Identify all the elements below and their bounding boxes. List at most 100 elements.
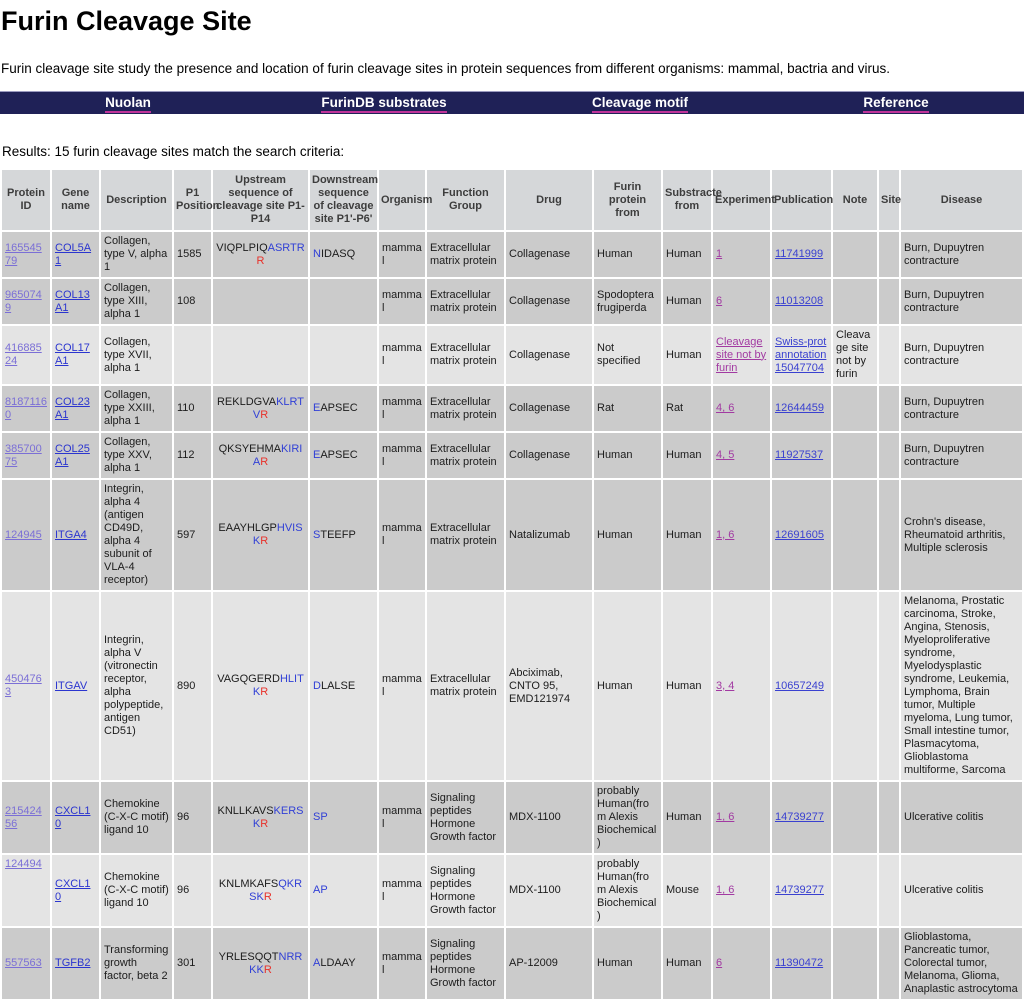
sequence-segment: KNLMKAFS	[219, 878, 278, 890]
gene-name-link[interactable]: TGFB2	[55, 957, 90, 969]
protein-id-link[interactable]: 16554579	[5, 242, 42, 267]
gene-name-link[interactable]: CXCL10	[55, 878, 90, 903]
sequence-segment: LALSE	[321, 680, 355, 692]
publication-link[interactable]: 12644459	[775, 402, 824, 414]
gene-name-link[interactable]: COL23A1	[55, 396, 90, 421]
downstream-cell: STEEFP	[310, 480, 377, 590]
publication-cell: 10657249	[772, 592, 831, 780]
publication-link[interactable]: Swiss-prot annotation 15047704	[775, 336, 826, 374]
protein-id-link[interactable]: 21542456	[5, 805, 42, 830]
publication-cell: 11927537	[772, 433, 831, 478]
furin_from-cell: Not specified	[594, 326, 661, 384]
publication-link[interactable]: 11013208	[775, 295, 823, 307]
gene-name-link[interactable]: COL25A1	[55, 443, 90, 468]
description-cell: Integrin, alpha V (vitronectin receptor,…	[101, 592, 172, 780]
top-navbar: Nuolan FurinDB substrates Cleavage motif…	[0, 91, 1024, 114]
nav-cell: Nuolan	[0, 94, 256, 113]
site-cell	[879, 928, 899, 999]
protein-id-link[interactable]: 9650749	[5, 289, 42, 314]
sequence-segment: SP	[313, 811, 328, 823]
sequence-segment: TEEFP	[320, 529, 355, 541]
nav-link-cleavage-motif[interactable]: Cleavage motif	[592, 95, 688, 113]
site-cell	[879, 855, 899, 926]
protein-id-link[interactable]: 124945	[5, 529, 42, 541]
drug-cell: Collagenase	[506, 386, 592, 431]
gene-cell: CXCL10	[52, 782, 99, 853]
publication-link[interactable]: 11741999	[775, 248, 823, 260]
sequence-segment: LDAAY	[320, 957, 355, 969]
column-header-gene: Gene name	[52, 170, 99, 230]
function_group-cell: Extracellular matrix protein	[427, 592, 504, 780]
experiment-link[interactable]: 6	[716, 295, 722, 307]
experiment-link[interactable]: 1, 6	[716, 884, 734, 896]
site-cell	[879, 592, 899, 780]
column-header-downstream: Downstream sequence of cleavage site P1'…	[310, 170, 377, 230]
results-summary: Results: 15 furin cleavage sites match t…	[2, 144, 1024, 159]
downstream-cell	[310, 279, 377, 324]
furin_from-cell: Spodoptera frugiperda	[594, 279, 661, 324]
drug-cell: Collagenase	[506, 433, 592, 478]
site-cell	[879, 782, 899, 853]
gene-cell: COL17A1	[52, 326, 99, 384]
publication-link[interactable]: 10657249	[775, 680, 824, 692]
sequence-segment: EAAYHLGP	[218, 522, 277, 534]
gene-name-link[interactable]: COL13A1	[55, 289, 90, 314]
publication-link[interactable]: 14739277	[775, 884, 824, 896]
table-head: Protein IDGene nameDescriptionP1 Positio…	[2, 170, 1022, 230]
sequence-segment: A	[313, 957, 320, 969]
experiment-cell: 1, 6	[713, 855, 770, 926]
experiment-cell: 1	[713, 232, 770, 277]
protein-id-link[interactable]: 38570075	[5, 443, 42, 468]
column-header-organism: Organism	[379, 170, 425, 230]
gene-name-link[interactable]: CXCL10	[55, 805, 90, 830]
table-row: 21542456CXCL10Chemokine (C-X-C motif) li…	[2, 782, 1022, 853]
gene-name-link[interactable]: ITGA4	[55, 529, 87, 541]
protein-id-link[interactable]: 124494	[5, 858, 42, 870]
experiment-cell: 6	[713, 279, 770, 324]
publication-cell: 12644459	[772, 386, 831, 431]
nav-link-furindb-substrates[interactable]: FurinDB substrates	[321, 95, 446, 113]
experiment-link[interactable]: 4, 6	[716, 402, 734, 414]
experiment-link[interactable]: 4, 5	[716, 449, 734, 461]
organism-cell: mammal	[379, 855, 425, 926]
experiment-link[interactable]: 1	[716, 248, 722, 260]
protein-id-link[interactable]: 4504763	[5, 673, 42, 698]
experiment-link[interactable]: 6	[716, 957, 722, 969]
gene-cell: ITGAV	[52, 592, 99, 780]
gene-name-link[interactable]: ITGAV	[55, 680, 87, 692]
organism-cell: mammal	[379, 232, 425, 277]
gene-cell: CXCL10	[52, 855, 99, 926]
nav-link-reference[interactable]: Reference	[863, 95, 928, 113]
gene-name-link[interactable]: COL17A1	[55, 342, 90, 367]
publication-link[interactable]: 11390472	[775, 957, 823, 969]
publication-link[interactable]: 11927537	[775, 449, 823, 461]
column-header-experiment: Experiment	[713, 170, 770, 230]
experiment-link[interactable]: 1, 6	[716, 811, 734, 823]
protein-id-link[interactable]: 41688524	[5, 342, 42, 367]
protein-id-link[interactable]: 81871160	[5, 396, 47, 421]
experiment-link[interactable]: 1, 6	[716, 529, 734, 541]
p1-cell: 96	[174, 855, 211, 926]
protein-id-link[interactable]: 557563	[5, 957, 42, 969]
gene-cell: COL5A1	[52, 232, 99, 277]
sequence-segment: R	[260, 409, 268, 421]
site-cell	[879, 386, 899, 431]
drug-cell: Collagenase	[506, 279, 592, 324]
gene-cell: COL23A1	[52, 386, 99, 431]
nav-link-nuolan[interactable]: Nuolan	[105, 95, 151, 113]
publication-link[interactable]: 14739277	[775, 811, 824, 823]
experiment-link[interactable]: 3, 4	[716, 680, 734, 692]
column-header-protein_id: Protein ID	[2, 170, 50, 230]
upstream-cell: EAAYHLGPHVISKR	[213, 480, 308, 590]
publication-cell: 14739277	[772, 782, 831, 853]
note-cell	[833, 928, 877, 999]
disease-cell: Ulcerative colitis	[901, 782, 1022, 853]
column-header-drug: Drug	[506, 170, 592, 230]
function_group-cell: Extracellular matrix protein	[427, 326, 504, 384]
experiment-link[interactable]: Cleavage site not by furin	[716, 336, 766, 374]
gene-name-link[interactable]: COL5A1	[55, 242, 91, 267]
p1-cell: 110	[174, 386, 211, 431]
upstream-cell: QKSYEHMAKIRIAR	[213, 433, 308, 478]
upstream-cell: YRLESQQTNRRKKR	[213, 928, 308, 999]
publication-link[interactable]: 12691605	[775, 529, 824, 541]
